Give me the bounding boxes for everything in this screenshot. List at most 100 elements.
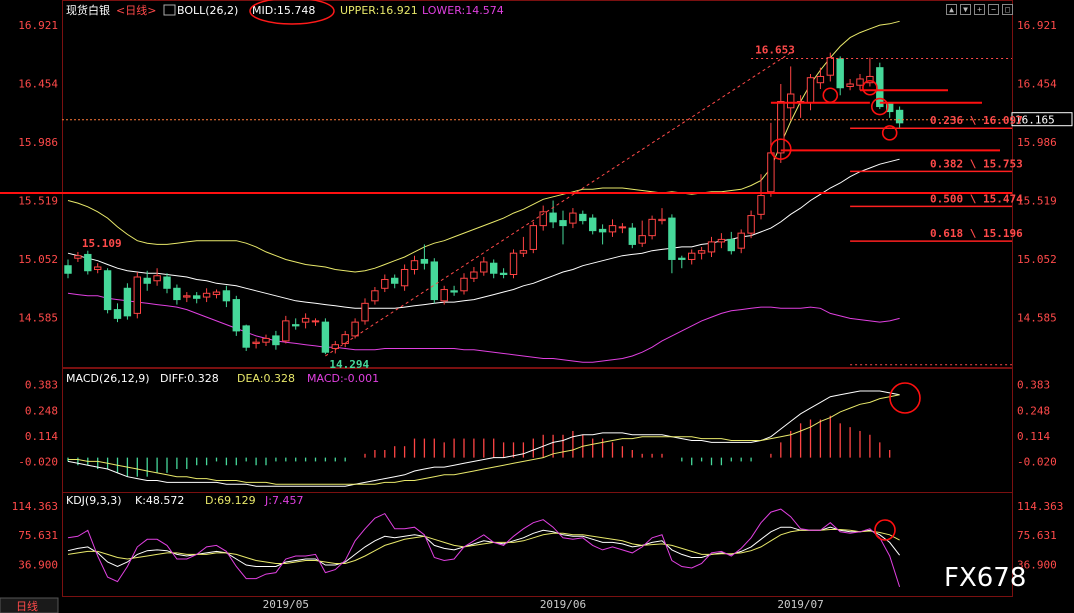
price-annotation-2: 16.653	[755, 44, 795, 57]
annotation-overlay: 16.1650.236 \ 16.0970.382 \ 15.7530.500 …	[0, 44, 1073, 371]
candle-up	[747, 215, 755, 234]
candle-up	[94, 266, 102, 270]
candle-up	[608, 225, 617, 233]
candle-up	[153, 275, 161, 282]
chart-canvas[interactable]: 现货白银 <日线> BOLL(26,2) MID:15.748 UPPER:16…	[0, 0, 1074, 613]
macd-hist-value: MACD:-0.001	[307, 372, 379, 385]
macd-dea-value: DEA:0.328	[237, 372, 295, 385]
candle-up	[311, 320, 320, 323]
candle-up	[529, 225, 537, 250]
candle-down	[292, 324, 300, 327]
candle-up	[806, 77, 815, 104]
candle-up	[351, 321, 359, 337]
kdj-d-value: D:69.129	[205, 494, 256, 507]
price-annotation-1: 14.294	[329, 358, 369, 371]
boll-upper-value: UPPER:16.921	[340, 4, 418, 17]
kdj-right-tick-0: 114.363	[1017, 500, 1063, 513]
candle-up	[717, 238, 726, 243]
candle-up	[846, 83, 854, 87]
price-right-tick-0: 16.921	[1017, 19, 1057, 32]
macd-right-tick-1: 0.248	[1017, 404, 1050, 417]
price-left-tick-0: 16.921	[18, 19, 58, 32]
candle-up	[202, 292, 211, 298]
kdj-j-value: J:7.457	[264, 494, 303, 507]
period-label: <日线>	[116, 3, 156, 17]
macd-left-tick-2: 0.114	[25, 430, 58, 443]
fib-label-0: 0.236 \ 16.097	[930, 114, 1023, 127]
candle-down	[549, 212, 557, 223]
candle-up	[74, 255, 82, 259]
boll-label: BOLL(26,2)	[177, 4, 238, 17]
candle-up	[658, 218, 666, 222]
price-annotation-0: 15.109	[82, 237, 122, 250]
candle-up	[183, 295, 191, 298]
candle-down	[113, 309, 122, 319]
down-arrow-icon[interactable]: ▼	[960, 4, 971, 15]
macd-left-tick-1: 0.248	[25, 404, 58, 417]
macd-right-tick-0: 0.383	[1017, 379, 1050, 392]
kdj-k-value: K:48.572	[135, 494, 184, 507]
candle-up	[440, 289, 448, 302]
candle-down	[103, 270, 112, 311]
up-arrow-icon[interactable]: ▲	[946, 4, 957, 15]
candle-down	[490, 262, 498, 274]
candle-down	[559, 220, 567, 227]
boll-upper-line	[67, 20, 900, 273]
candle-up	[618, 226, 627, 229]
price-right-tick-3: 15.519	[1017, 195, 1057, 208]
fx678-watermark: FX678	[944, 563, 1026, 593]
price-panel-frame	[62, 0, 1013, 368]
candle-up	[638, 235, 646, 244]
plus-icon[interactable]: +	[974, 4, 985, 15]
indicator-icon[interactable]	[163, 4, 176, 16]
candle-down	[579, 213, 587, 222]
minus-icon[interactable]: −	[988, 4, 999, 15]
candle-down	[64, 265, 72, 274]
candle-up	[252, 341, 260, 344]
price-right-tick-4: 15.052	[1017, 253, 1057, 266]
macd-header: MACD(26,12,9) DIFF:0.328 DEA:0.328 MACD:…	[66, 372, 379, 385]
kdj-j-line	[67, 508, 901, 588]
candle-up	[361, 302, 369, 322]
candle-down	[430, 261, 439, 301]
candle-up	[509, 252, 518, 276]
candle-up	[519, 250, 528, 254]
candle-down	[173, 287, 181, 301]
candle-up	[757, 195, 765, 215]
candle-down	[222, 290, 231, 302]
boll-lower-value: LOWER:14.574	[422, 4, 504, 17]
x-axis-labels: 2019/05 2019/06 2019/07	[263, 598, 824, 611]
fib-label-3: 0.618 \ 15.196	[930, 227, 1023, 240]
kdj-left-tick-1: 75.631	[18, 529, 58, 542]
kdj-k-line	[67, 526, 900, 568]
candle-down	[499, 272, 508, 276]
candle-up	[381, 279, 389, 289]
candle-up	[816, 75, 825, 84]
price-left-tick-3: 15.519	[18, 195, 58, 208]
candle-down	[589, 217, 597, 232]
kdj-title: KDJ(9,3,3)	[66, 494, 122, 507]
price-right-tick-2: 15.986	[1017, 136, 1057, 149]
candle-up	[787, 93, 795, 109]
candle-down	[193, 295, 201, 299]
candle-down	[420, 258, 429, 264]
candle-down	[668, 217, 676, 260]
candle-up	[262, 337, 270, 343]
period-button-label: 日线	[16, 599, 38, 613]
candle-up	[410, 260, 419, 270]
candle-down	[450, 290, 458, 293]
candle-up	[688, 252, 696, 260]
macd-highlight-circle	[889, 382, 921, 414]
expand-icon[interactable]: □	[1002, 4, 1013, 15]
candle-down	[163, 276, 171, 289]
kdj-header: KDJ(9,3,3) K:48.572 D:69.129 J:7.457	[66, 494, 303, 507]
candle-down	[242, 325, 250, 348]
candle-down	[272, 335, 280, 346]
candle-up	[648, 218, 656, 237]
price-left-tick-2: 15.986	[18, 136, 58, 149]
candle-down	[143, 277, 151, 284]
kdj-highlight-circle	[874, 519, 896, 541]
candle-up	[400, 268, 409, 287]
candle-up	[470, 271, 478, 279]
fib-label-1: 0.382 \ 15.753	[930, 157, 1023, 170]
